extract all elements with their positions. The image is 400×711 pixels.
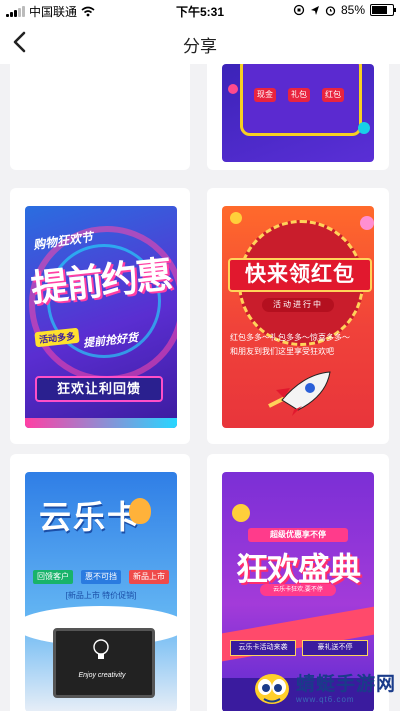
poster-top-banner: 超级优惠享不停: [248, 528, 348, 542]
poster-headline: 快来领红包: [228, 258, 372, 292]
poster-screen-text: Enjoy creativity: [78, 672, 126, 679]
poster-button-redpacket: 红包: [322, 88, 344, 102]
poster-card-4[interactable]: 快来领红包 活动进行中 红包多多～礼包多多～惊喜多多～ 和朋友到我们这里享受狂欢…: [207, 188, 389, 444]
poster-card-3[interactable]: 购物狂欢节 提前约惠 活动多多 提前抢好货 狂欢让利回馈: [10, 188, 190, 444]
poster-button-cash: 现金: [254, 88, 276, 102]
poster-grid: 现金 礼包 红包 购物狂欢节 提前约惠 活动多多 提前抢好货 狂欢让利回馈 快来…: [0, 64, 400, 711]
poster-card-5[interactable]: 云乐卡 回馈客户 惠不可挡 新品上市 [新品上市 特价促销] Enjoy cre…: [10, 454, 190, 711]
poster-card-2[interactable]: 现金 礼包 红包: [207, 64, 389, 170]
poster-badge: 云乐卡狂欢,要不停: [260, 584, 336, 596]
poster-banner: 狂欢让利回馈: [35, 376, 163, 402]
battery-percent: 85%: [340, 3, 365, 17]
watermark: 蜻蜓手游网 www.qt6.com: [252, 671, 396, 707]
poster-footer-2: 豪礼送不停: [302, 640, 368, 656]
poster-footer-1: 云乐卡活动来袭: [230, 640, 296, 656]
rocket-icon: [268, 371, 331, 416]
poster-headline: 云乐卡: [39, 499, 142, 535]
poster-image: 现金 礼包 红包: [222, 64, 374, 162]
orientation-lock-icon: [293, 4, 305, 16]
poster-line1: 红包多多～礼包多多～惊喜多多～: [230, 333, 350, 342]
poster-ribbon: 活动进行中: [262, 298, 334, 312]
poster-tag-1: 回馈客户: [33, 570, 73, 584]
poster-image: 云乐卡 回馈客户 惠不可挡 新品上市 [新品上市 特价促销] Enjoy cre…: [25, 472, 177, 711]
lightbulb-icon: [93, 639, 109, 659]
location-icon: [310, 5, 319, 15]
page-title: 分享: [183, 37, 217, 56]
poster-line2: 和朋友到我们这里享受狂欢吧: [230, 347, 334, 356]
watermark-url: www.qt6.com: [295, 694, 355, 704]
nav-bar: 分享: [0, 20, 400, 64]
poster-card-1[interactable]: [10, 64, 190, 170]
battery-icon: [370, 4, 396, 16]
poster-tag-2: 惠不可挡: [81, 570, 121, 584]
poster-promo: [新品上市 特价促销]: [65, 591, 137, 600]
alarm-icon: [325, 5, 336, 16]
poster-image: 购物狂欢节 提前约惠 活动多多 提前抢好货 狂欢让利回馈: [25, 206, 177, 428]
poster-button-gift: 礼包: [288, 88, 310, 102]
poster-tag-3: 新品上市: [129, 570, 169, 584]
dragonfly-logo-icon: [254, 674, 289, 704]
poster-image: 快来领红包 活动进行中 红包多多～礼包多多～惊喜多多～ 和朋友到我们这里享受狂欢…: [222, 206, 374, 428]
watermark-name: 蜻蜓手游网: [295, 673, 396, 695]
status-bar: 中国联通 下午5:31 85%: [0, 0, 400, 20]
